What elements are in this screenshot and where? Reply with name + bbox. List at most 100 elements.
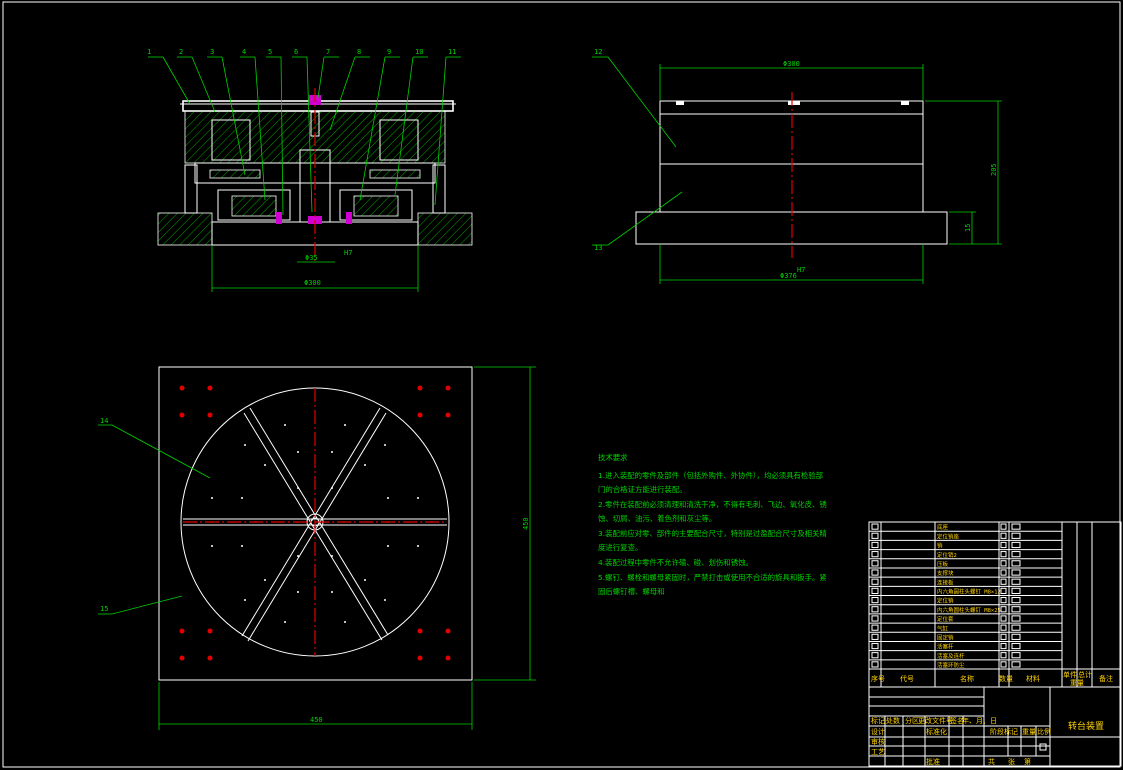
bom-material-box bbox=[1011, 541, 1021, 549]
part-number: 8 bbox=[357, 48, 361, 56]
bom-material-box bbox=[1011, 532, 1021, 539]
bom-material-box bbox=[1011, 642, 1021, 650]
bom-seq-box bbox=[871, 642, 879, 650]
tb-page: 第 bbox=[1024, 757, 1031, 766]
dim-side-bottom: Φ376 bbox=[780, 272, 797, 280]
part-number: 5 bbox=[268, 48, 272, 56]
part-number: 15 bbox=[100, 605, 108, 613]
bom-material-box bbox=[1011, 578, 1021, 585]
note-line: 3.装配前应对零、部件的主要配合尺寸，特别是过盈配合尺寸及相关精 bbox=[598, 529, 827, 538]
piston-right bbox=[353, 195, 399, 217]
bom-qty-box bbox=[1000, 633, 1007, 640]
bom-qty-box bbox=[1000, 551, 1007, 558]
leader bbox=[111, 424, 211, 479]
tb-process: 工艺 bbox=[871, 748, 885, 756]
bottom-bolt-left bbox=[276, 212, 282, 224]
part-number: 2 bbox=[179, 48, 183, 56]
tb-stage-mark: 阶段标记 bbox=[990, 727, 1018, 736]
notes-title: 技术要求 bbox=[598, 453, 628, 462]
note-line: 1.进入装配的零件及部件（包括外购件、外协件），均必须具有检验部 bbox=[598, 471, 823, 480]
bom-material-box bbox=[1011, 523, 1021, 530]
bom-qty-box bbox=[1000, 560, 1007, 567]
bom-material-box bbox=[1011, 569, 1021, 576]
tb-zone: 分区 bbox=[905, 716, 919, 725]
tb-sheet: 张 bbox=[1008, 757, 1015, 766]
bom-seq-box bbox=[871, 569, 879, 576]
bom-row-name: 连接板 bbox=[937, 578, 954, 586]
bom-row-name: 定位销2 bbox=[937, 551, 957, 559]
bom-row-name: 定位销座 bbox=[937, 532, 960, 540]
part-number: 14 bbox=[100, 417, 108, 425]
bom-header-total: 总计 bbox=[1078, 670, 1092, 679]
bom-seq-box bbox=[871, 532, 879, 539]
bom-seq-box bbox=[871, 541, 879, 549]
bom-table: 底座定位销座销定位销2压板支撑块连接板内六角圆柱头螺钉 M8×12定位销内六角圆… bbox=[868, 521, 1122, 688]
bom-material-box bbox=[1011, 624, 1021, 631]
tb-weight: 重量 bbox=[1022, 728, 1036, 736]
note-line: 5.螺钉、螺栓和螺母紧固时，严禁打击或使用不合适的旋具和扳手。紧 bbox=[598, 573, 827, 582]
cad-drawing: 1 2 3 4 5 6 7 8 9 10 11 Φ35 H7 Φ300 Φ300… bbox=[2, 1, 1122, 768]
tb-sheet-total: 共 bbox=[988, 757, 995, 766]
dim-bore-tol: H7 bbox=[344, 249, 352, 257]
bom-row-name: 活塞环防尘 bbox=[937, 661, 965, 669]
note-line: 门的合格证方能进行装配。 bbox=[598, 485, 687, 494]
title-block: 标记 处数 分区 更改文件号 签名 年、月、日 设计 标准化 阶段标记 重量 比… bbox=[868, 686, 1122, 767]
bom-seq-box bbox=[871, 606, 879, 613]
bom-header-unit: 单件 bbox=[1063, 670, 1077, 679]
middle-insert-left bbox=[209, 169, 261, 179]
bom-header-code: 代号 bbox=[900, 674, 914, 683]
leader bbox=[607, 56, 677, 148]
part-number: 4 bbox=[242, 48, 246, 56]
bom-header-qty: 数量 bbox=[999, 674, 1013, 683]
bom-qty-box bbox=[1000, 615, 1007, 622]
drawing-border bbox=[2, 1, 1121, 768]
part-number: 7 bbox=[326, 48, 330, 56]
part-number: 3 bbox=[210, 48, 214, 56]
tb-mark: 标记 bbox=[871, 716, 885, 725]
part-number: 11 bbox=[448, 48, 456, 56]
bom-seq-box bbox=[871, 615, 879, 622]
bom-qty-box bbox=[1000, 661, 1007, 668]
bom-qty-box bbox=[1000, 624, 1007, 631]
bom-header-seq: 序号 bbox=[871, 674, 885, 683]
bom-seq-box bbox=[871, 652, 879, 659]
dim-side-bottom-tol: H7 bbox=[797, 266, 805, 274]
bom-qty-box bbox=[1000, 541, 1007, 549]
part-number: 13 bbox=[594, 244, 602, 252]
bom-qty-box bbox=[1000, 606, 1007, 613]
tb-review: 审核 bbox=[871, 737, 885, 746]
bom-seq-box bbox=[871, 633, 879, 640]
bom-qty-box bbox=[1000, 652, 1007, 659]
bom-row-name: 定位销 bbox=[937, 597, 954, 605]
dim-side-height: 205 bbox=[990, 163, 998, 176]
base-flange-right bbox=[417, 212, 473, 246]
bom-qty-box bbox=[1000, 587, 1007, 594]
dim-plan-height: 450 bbox=[522, 517, 530, 530]
bom-qty-box bbox=[1000, 523, 1007, 530]
bom-material-box bbox=[1011, 633, 1021, 640]
bom-material-box bbox=[1011, 597, 1021, 604]
bom-seq-box bbox=[871, 624, 879, 631]
note-line: 度进行复查。 bbox=[598, 543, 642, 552]
bom-row-name: 内六角圆柱头螺钉 M8×12 bbox=[937, 588, 1001, 596]
dim-front-width: Φ300 bbox=[304, 279, 321, 287]
dim-side-base: 15 bbox=[964, 224, 972, 232]
front-part-numbers: 1 2 3 4 5 6 7 8 9 10 11 bbox=[147, 48, 456, 56]
bom-material-box bbox=[1011, 615, 1021, 622]
bom-seq-box bbox=[871, 560, 879, 567]
piston-left bbox=[231, 195, 277, 217]
bom-material-box bbox=[1011, 661, 1021, 668]
tb-date: 年、月、日 bbox=[962, 716, 997, 725]
dim-bore: Φ35 bbox=[305, 254, 318, 262]
part-number: 1 bbox=[147, 48, 151, 56]
bom-qty-box bbox=[1000, 569, 1007, 576]
bom-qty-box bbox=[1000, 532, 1007, 539]
middle-insert-right bbox=[369, 169, 421, 179]
bom-row-name: 底座 bbox=[937, 523, 949, 531]
tb-scale: 比例 bbox=[1037, 727, 1051, 736]
note-line: 蚀、切屑、油污、着色剂和灰尘等。 bbox=[598, 514, 716, 523]
front-section-view: 1 2 3 4 5 6 7 8 9 10 11 Φ35 H7 Φ300 bbox=[147, 48, 473, 292]
part-number: 6 bbox=[294, 48, 298, 56]
technical-notes: 技术要求 1.进入装配的零件及部件（包括外购件、外协件），均必须具有检验部 门的… bbox=[598, 453, 827, 596]
bom-row-name: 固定销 bbox=[937, 633, 954, 641]
